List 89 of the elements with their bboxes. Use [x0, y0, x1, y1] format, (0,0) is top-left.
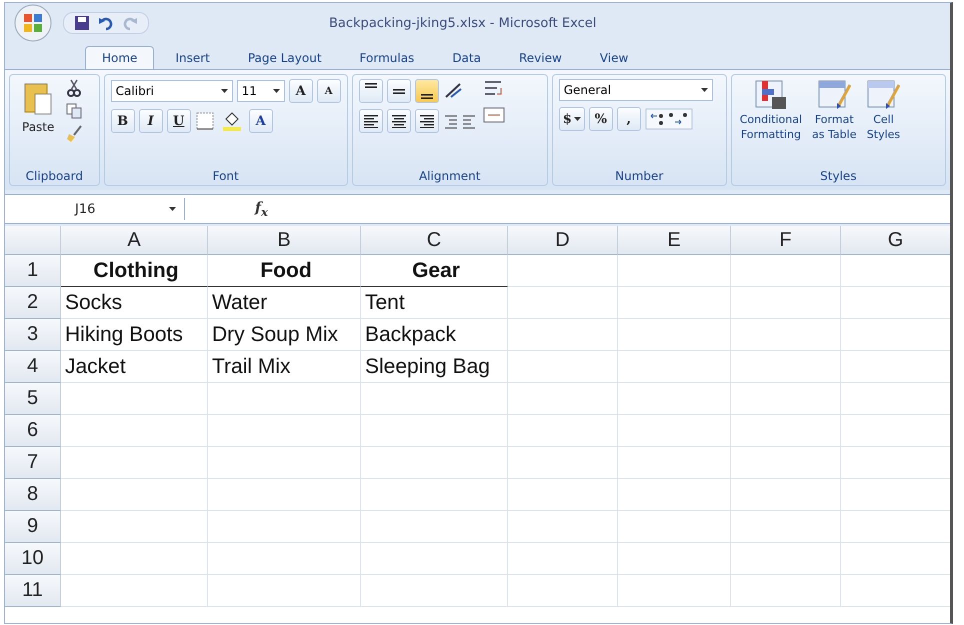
row-header[interactable]: 10: [5, 543, 61, 575]
dropdown-caret-icon: [169, 207, 176, 211]
dropdown-caret-icon: [272, 89, 280, 93]
table-cell: Gear: [361, 255, 508, 287]
row-header[interactable]: 8: [5, 479, 61, 511]
align-top-icon: [364, 83, 377, 88]
align-center-icon: [390, 114, 407, 128]
row-header[interactable]: 11: [5, 575, 61, 607]
group-label: Styles: [819, 168, 858, 185]
table-cell: Jacket: [61, 351, 208, 383]
ribbon-tab[interactable]: Review: [502, 46, 579, 69]
row-header[interactable]: 7: [5, 447, 61, 479]
column-header[interactable]: C: [361, 226, 508, 255]
row-header[interactable]: 6: [5, 415, 61, 447]
insert-function-button[interactable]: f$_{x}$: [255, 200, 268, 218]
style-gallery-button[interactable]: Cell Styles: [864, 79, 902, 167]
row-header[interactable]: 5: [5, 383, 61, 415]
table-cell: Clothing: [61, 255, 208, 287]
align-right-icon: [418, 114, 435, 128]
font-name-field[interactable]: Calibri: [110, 80, 233, 102]
align-center-button[interactable]: [386, 109, 411, 133]
dropdown-caret-icon: [574, 117, 581, 121]
column-header[interactable]: E: [618, 226, 731, 255]
column-header[interactable]: G: [841, 226, 950, 255]
save-icon[interactable]: [74, 15, 90, 31]
decimal-places-icon[interactable]: [644, 108, 693, 130]
align-bottom-icon: [420, 94, 433, 99]
shrink-font-button[interactable]: A: [316, 79, 341, 103]
scissors-icon[interactable]: [66, 79, 82, 97]
vertical-align-button[interactable]: [358, 79, 383, 103]
percent-button[interactable]: %: [588, 107, 613, 131]
font-size-field[interactable]: 11: [236, 80, 285, 102]
group-label: Number: [614, 168, 664, 185]
table-cell: Trail Mix: [208, 351, 361, 383]
table-cell: Sleeping Bag: [361, 351, 508, 383]
row-header[interactable]: 2: [5, 287, 61, 319]
vertical-align-button[interactable]: [386, 79, 411, 103]
style-gallery-button[interactable]: Format as Table: [810, 79, 858, 167]
currency-button[interactable]: $: [558, 107, 585, 131]
grid-brush-icon: [817, 79, 852, 111]
ribbon-tab[interactable]: Formulas: [342, 46, 432, 69]
comma-button[interactable]: ,: [616, 107, 641, 131]
bold-button[interactable]: B: [110, 109, 135, 133]
grow-font-button[interactable]: A: [288, 79, 313, 103]
ribbon-tab[interactable]: View: [582, 46, 646, 69]
table-cell: Food: [208, 255, 361, 287]
table-cell: Dry Soup Mix: [208, 319, 361, 351]
style-gallery-button[interactable]: Conditional Formatting: [738, 79, 804, 167]
row-header[interactable]: 1: [5, 255, 61, 287]
vertical-align-button[interactable]: [414, 79, 439, 103]
align-middle-icon: [392, 88, 405, 94]
grid-brush-icon: [866, 79, 900, 111]
ribbon-tab[interactable]: Page Layout: [230, 46, 339, 69]
group-label: Clipboard: [24, 168, 84, 185]
paste-button[interactable]: Paste: [16, 79, 60, 167]
table-cell: Tent: [361, 287, 508, 319]
name-box[interactable]: J16: [5, 198, 185, 220]
brush-icon[interactable]: [66, 125, 82, 143]
row-header[interactable]: 9: [5, 511, 61, 543]
italic-button[interactable]: I: [138, 109, 163, 133]
ribbon-tab[interactable]: Data: [435, 46, 498, 69]
row-header[interactable]: 4: [5, 351, 61, 383]
indent-icon[interactable]: [442, 113, 477, 129]
copy-icon[interactable]: [66, 103, 82, 119]
dropdown-caret-icon: [220, 89, 228, 93]
table-cell: Backpack: [361, 319, 508, 351]
number-format-field[interactable]: General: [558, 79, 713, 101]
group-label: Alignment: [418, 168, 482, 185]
group-label: Font: [212, 168, 240, 185]
align-left-icon: [362, 114, 379, 128]
column-header[interactable]: D: [508, 226, 618, 255]
column-header[interactable]: A: [61, 226, 208, 255]
align-right-button[interactable]: [414, 109, 439, 133]
ribbon-tab[interactable]: Home: [85, 46, 154, 69]
window-title: Backpacking-jking5.xlsx - Microsoft Excel: [329, 16, 596, 30]
align-left-button[interactable]: [358, 109, 383, 133]
ribbon-tab[interactable]: Insert: [158, 46, 227, 69]
table-cell: Hiking Boots: [61, 319, 208, 351]
highlighted-grid-icon: [754, 79, 788, 111]
font-color-button[interactable]: A: [248, 109, 273, 133]
undo-icon[interactable]: [98, 15, 114, 31]
table-cell: Socks: [61, 287, 208, 319]
row-header[interactable]: 3: [5, 319, 61, 351]
table-cell: Water: [208, 287, 361, 319]
dropdown-caret-icon: [700, 88, 708, 92]
underline-button[interactable]: U: [166, 109, 191, 133]
column-header[interactable]: F: [731, 226, 841, 255]
column-header[interactable]: B: [208, 226, 361, 255]
office-button[interactable]: [13, 3, 53, 43]
